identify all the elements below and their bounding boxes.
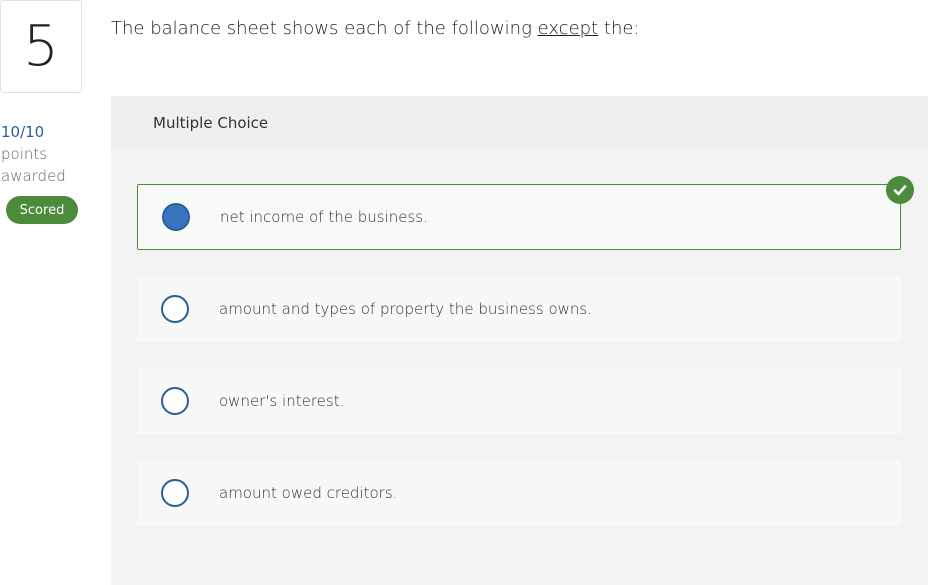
choice-label: owner's interest. (219, 392, 345, 410)
answer-panel: Multiple Choice net income of the busine… (111, 96, 928, 585)
points-awarded: 10/10 points awarded (1, 121, 66, 187)
radio-button[interactable] (161, 387, 189, 415)
scored-badge: Scored (6, 196, 78, 224)
choice-option-1[interactable]: net income of the business. (137, 176, 914, 250)
question-type-header: Multiple Choice (111, 96, 928, 149)
question-text-before: The balance sheet shows each of the foll… (111, 18, 538, 39)
question-text: The balance sheet shows each of the foll… (111, 18, 640, 39)
points-label-line1: points (1, 145, 48, 163)
radio-button[interactable] (161, 295, 189, 323)
choice-option-3[interactable]: owner's interest. (137, 368, 901, 434)
question-number: 5 (0, 0, 82, 93)
radio-button[interactable] (161, 479, 189, 507)
radio-button-selected[interactable] (162, 203, 190, 231)
choice-label: amount and types of property the busines… (219, 300, 592, 318)
choice-label: net income of the business. (220, 208, 428, 226)
question-page: 5 10/10 points awarded Scored The balanc… (0, 0, 928, 585)
choice-label: amount owed creditors. (219, 484, 398, 502)
checkmark-circle-icon (886, 176, 914, 204)
question-text-after: the: (598, 18, 640, 39)
question-text-emphasis: except (537, 18, 599, 39)
choice-option-4[interactable]: amount owed creditors. (137, 460, 901, 526)
points-label-line2: awarded (1, 167, 66, 185)
points-score: 10/10 (1, 123, 45, 141)
choice-option-2[interactable]: amount and types of property the busines… (137, 276, 901, 342)
